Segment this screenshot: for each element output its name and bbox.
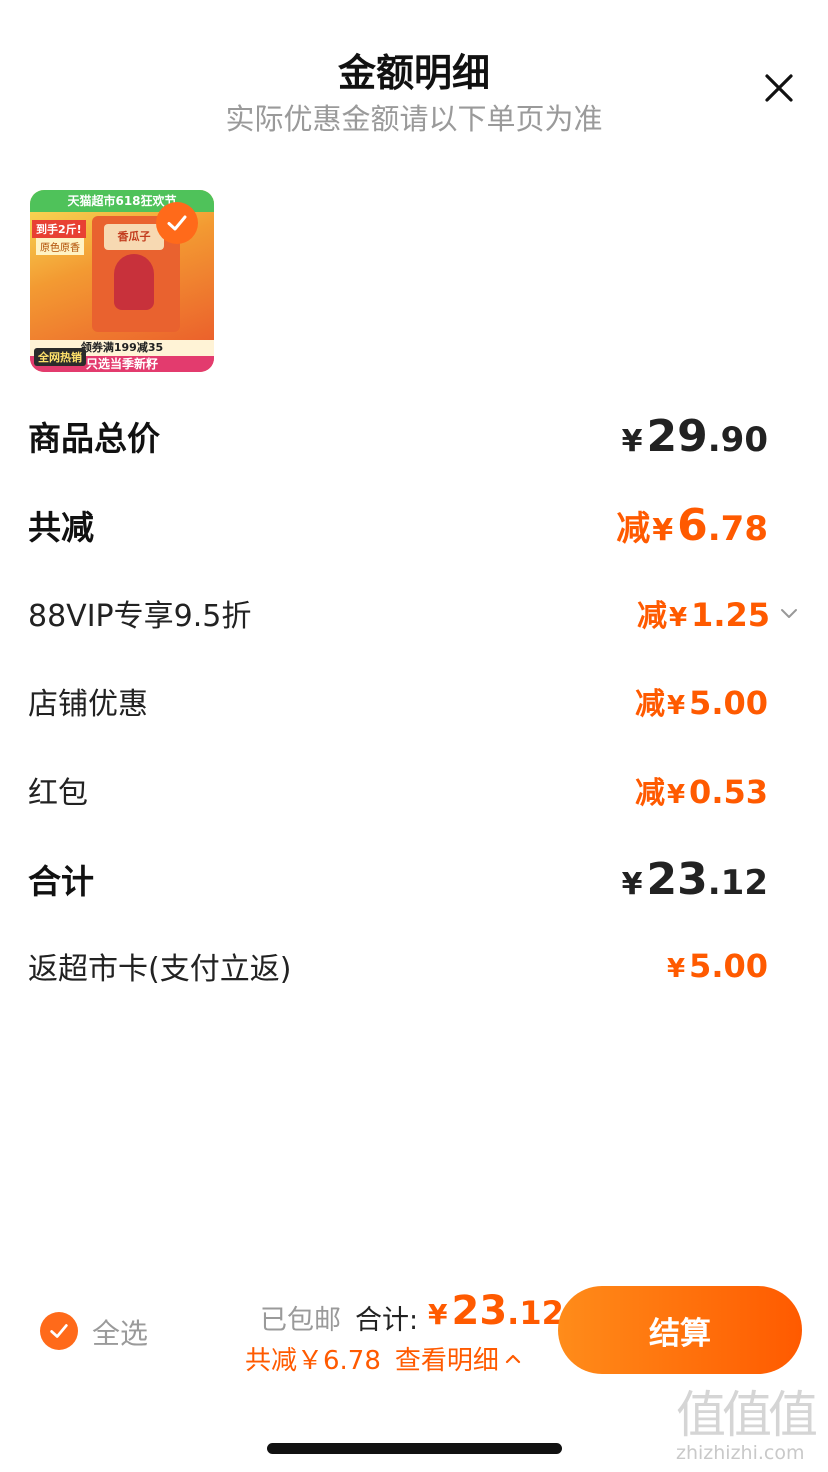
discount-amount: 减 ¥ 1.25 bbox=[636, 596, 770, 634]
product-bag-label: 香瓜子 bbox=[104, 224, 164, 250]
checkout-bar: 全选 已包邮 合计: ¥ 23 .12 共减￥6.78 查看明细 结算 bbox=[0, 1280, 828, 1380]
bar-discount-line: 共减￥6.78 查看明细 bbox=[245, 1340, 523, 1377]
home-indicator bbox=[267, 1443, 562, 1454]
discount-row-store: 店铺优惠 减 ¥ 5.00 bbox=[28, 671, 768, 731]
sheet-subtitle: 实际优惠金额请以下单页为准 bbox=[225, 102, 603, 136]
subtotal-label: 商品总价 bbox=[28, 419, 160, 458]
discount-amount: 减 ¥ 0.53 bbox=[634, 773, 768, 811]
product-tag: 到手2斤! bbox=[32, 220, 86, 238]
subtotal-amount: ¥ 29 .90 bbox=[621, 410, 768, 462]
total-row: 合计 ¥ 23 .12 bbox=[28, 849, 768, 909]
select-all-check-icon[interactable] bbox=[40, 1312, 78, 1350]
mascot-figure bbox=[114, 254, 154, 310]
bar-total-label: 合计: bbox=[355, 1305, 419, 1336]
free-shipping-label: 已包邮 bbox=[260, 1305, 341, 1336]
watermark-url: zhizhizhi.com bbox=[676, 1442, 805, 1464]
total-label: 合计 bbox=[28, 862, 94, 901]
bar-total-amount: ¥ 23 .12 bbox=[428, 1288, 564, 1334]
cashback-amount: ¥ 5.00 bbox=[666, 947, 768, 985]
select-all-label[interactable]: 全选 bbox=[92, 1312, 148, 1352]
discount-amount: 减 ¥ 5.00 bbox=[634, 684, 768, 722]
discount-row-redpacket: 红包 减 ¥ 0.53 bbox=[28, 760, 768, 820]
discount-row-vip[interactable]: 88VIP专享9.5折 减 ¥ 1.25 bbox=[28, 583, 800, 643]
item-selected-check-icon[interactable] bbox=[156, 202, 198, 244]
sheet-title: 金额明细 bbox=[337, 51, 490, 95]
total-discount-amount: 减 ¥ 6 .78 bbox=[616, 499, 768, 551]
cashback-row: 返超市卡(支付立返) ¥ 5.00 bbox=[28, 936, 768, 996]
hot-sale-tag: 全网热销 bbox=[34, 348, 86, 366]
product-thumbnail[interactable]: 天猫超市618狂欢节 香瓜子 到手2斤! 原色原香 领券满199减35 只选当季… bbox=[30, 190, 214, 372]
view-details-link[interactable]: 查看明细 bbox=[395, 1340, 499, 1377]
chevron-down-icon[interactable] bbox=[778, 602, 800, 624]
total-discount-row: 共减 减 ¥ 6 .78 bbox=[28, 495, 768, 555]
watermark-logo: 值值值 bbox=[676, 1386, 818, 1444]
total-amount: ¥ 23 .12 bbox=[621, 853, 768, 905]
bar-discount-text: 共减￥6.78 bbox=[245, 1346, 381, 1376]
product-slogan: 只选当季新籽 bbox=[85, 357, 158, 371]
discount-label: 店铺优惠 bbox=[28, 687, 148, 722]
checkout-button[interactable]: 结算 bbox=[558, 1286, 802, 1374]
discount-label: 红包 bbox=[28, 776, 88, 811]
site-watermark: 值值值 zhizhizhi.com bbox=[676, 1388, 826, 1468]
chevron-up-icon[interactable] bbox=[503, 1349, 523, 1369]
close-icon[interactable] bbox=[757, 66, 801, 110]
subtotal-row: 商品总价 ¥ 29 .90 bbox=[28, 406, 768, 466]
discount-label: 88VIP专享9.5折 bbox=[28, 599, 252, 634]
cashback-label: 返超市卡(支付立返) bbox=[28, 952, 292, 987]
total-discount-label: 共减 bbox=[28, 508, 94, 547]
product-tag-flavor: 原色原香 bbox=[36, 238, 84, 255]
